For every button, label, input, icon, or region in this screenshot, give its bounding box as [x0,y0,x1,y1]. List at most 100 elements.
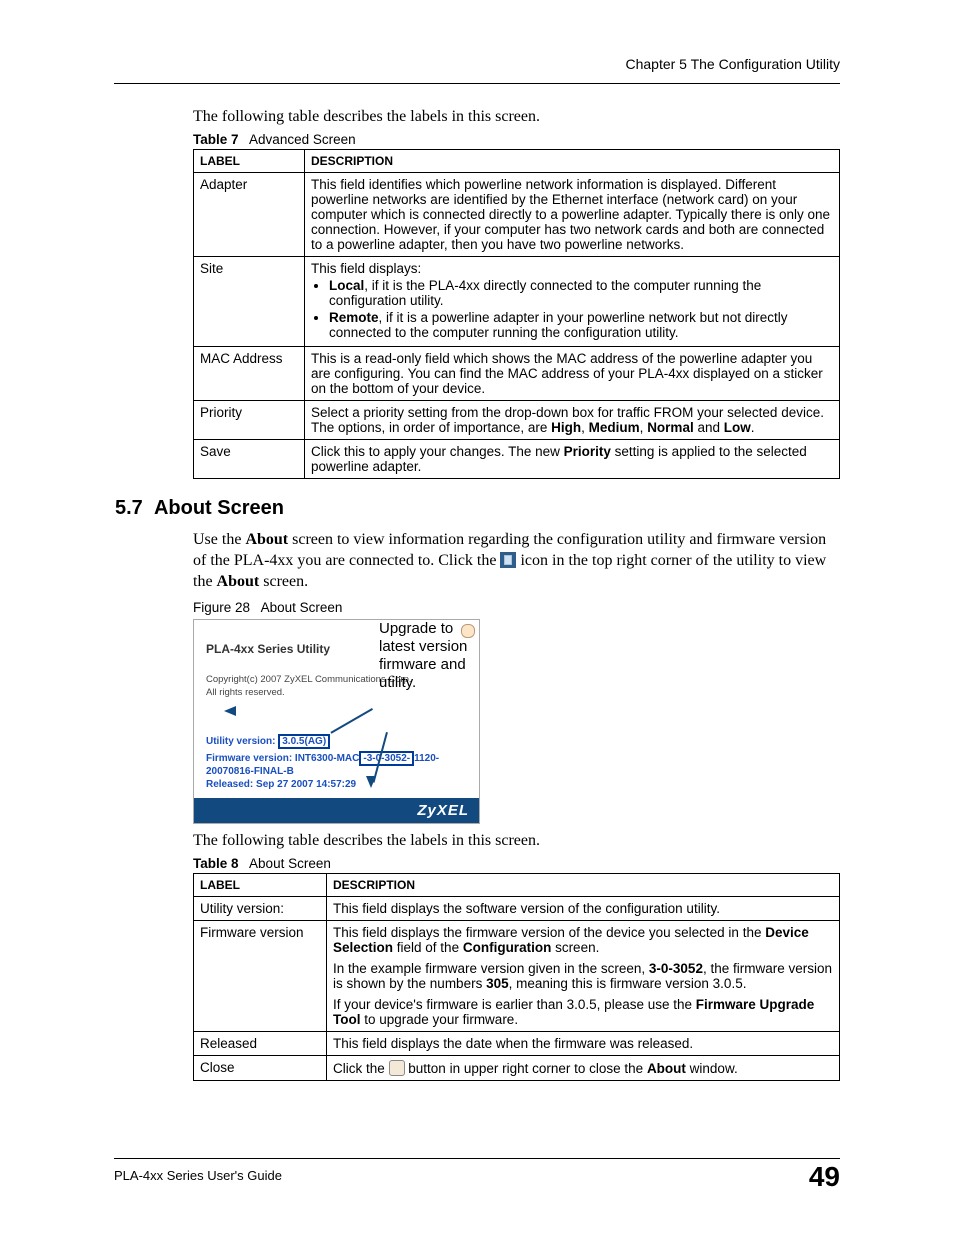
figure-title: About Screen [261,600,343,615]
text: to upgrade your firmware. [361,1012,519,1027]
table7-caption: Table 7 Advanced Screen [193,132,840,147]
text: Use the [193,531,245,548]
bold-text: Priority [564,444,611,459]
table-row: MAC Address This is a read-only field wh… [194,347,840,401]
bold-text: Local [329,278,364,293]
close-icon [389,1060,405,1076]
col-label-header: LABEL [194,150,305,173]
col-label-header: LABEL [194,874,327,897]
table-row-header: LABEL DESCRIPTION [194,150,840,173]
table-row: Utility version: This field displays the… [194,897,840,921]
fw-para-2: In the example firmware version given in… [333,961,833,991]
text: All rights reserved. [206,687,285,698]
cell-label: Site [194,257,305,347]
figure-callout-text: Upgrade to latest version firmware and u… [379,620,479,692]
figure-num: Figure 28 [193,600,250,615]
fw-para-3: If your device's firmware is earlier tha… [333,997,833,1027]
list-item: Remote, if it is a powerline adapter in … [329,310,833,340]
text: If your device's firmware is earlier tha… [333,997,696,1012]
bold-text: 3-0-3052 [649,961,703,976]
site-bullet-list: Local, if it is the PLA-4xx directly con… [311,278,833,340]
bold-text: About [217,573,260,590]
page-footer: PLA-4xx Series User's Guide 49 [114,1158,840,1183]
text: Click the [333,1061,389,1076]
table8-caption: Table 8 About Screen [193,856,840,871]
table8-caption-num: Table 8 [193,856,239,871]
about-screen-figure: PLA-4xx Series Utility Copyright(c) 2007… [193,619,480,824]
bold-text: Low [724,420,751,435]
bold-text: High [551,420,581,435]
cell-desc: This field displays the software version… [327,897,840,921]
text: This field displays the firmware version… [333,925,765,940]
text: and [694,420,724,435]
bold-text: About [647,1061,686,1076]
table-about-screen: LABEL DESCRIPTION Utility version: This … [193,873,840,1081]
site-intro: This field displays: [311,261,421,276]
horizontal-rule-top [114,83,840,84]
text: window. [686,1061,738,1076]
text: field of the [393,940,463,955]
text: screen. [259,573,308,590]
intro-para-2: The following table describes the labels… [193,832,840,850]
utility-version-value: 3.0.5(AG) [278,734,330,749]
text: Firmware version: [206,753,295,764]
table-row: Adapter This field identifies which powe… [194,173,840,257]
bold-text: 305 [486,976,509,991]
text: , [581,420,589,435]
released-value: Sep 27 2007 14:57:29 [256,779,356,790]
bold-text: Medium [589,420,640,435]
table-row: Save Click this to apply your changes. T… [194,440,840,479]
cell-desc: Click this to apply your changes. The ne… [305,440,840,479]
cell-label: Firmware version [194,921,327,1032]
footer-guide-title: PLA-4xx Series User's Guide [114,1168,282,1183]
intro-para-1: The following table describes the labels… [193,108,840,126]
text: . [751,420,755,435]
released-line: Released: Sep 27 2007 14:57:29 [206,779,467,790]
col-desc-header: DESCRIPTION [327,874,840,897]
utility-version-line: Utility version: 3.0.5(AG) [206,734,467,749]
table7-caption-num: Table 7 [193,132,239,147]
fw-para-1: This field displays the firmware version… [333,925,833,955]
page-header-chapter: Chapter 5 The Configuration Utility [625,56,840,72]
about-intro-para: Use the About screen to view information… [193,530,840,592]
firmware-version-highlight: -3-0-3052- [359,751,414,766]
text: INT6300-MAC [295,753,359,764]
callout-arrow-line [330,708,373,734]
text: button in upper right corner to close th… [405,1061,647,1076]
text: In the example firmware version given in… [333,961,649,976]
cell-desc: Click the button in upper right corner t… [327,1056,840,1081]
cell-desc: This is a read-only field which shows th… [305,347,840,401]
cell-desc: Select a priority setting from the drop-… [305,401,840,440]
section-heading: 5.7 About Screen [115,497,840,520]
section-title-text: About Screen [154,497,284,519]
bold-text: Configuration [463,940,551,955]
text: , meaning this is firmware version 3.0.5… [509,976,747,991]
callout-arrow-head [366,776,376,788]
table-row-header: LABEL DESCRIPTION [194,874,840,897]
cell-desc: This field identifies which powerline ne… [305,173,840,257]
cell-desc: This field displays: Local, if it is the… [305,257,840,347]
table-row: Firmware version This field displays the… [194,921,840,1032]
table-row: Close Click the button in upper right co… [194,1056,840,1081]
cell-label: Close [194,1056,327,1081]
firmware-version-line: Firmware version: INT6300-MAC-3-0-3052-1… [206,751,467,777]
bold-text: About [245,531,288,548]
page-number: 49 [809,1161,840,1193]
text: Utility version: [206,736,278,747]
cell-desc: This field displays the firmware version… [327,921,840,1032]
callout-arrow-head [224,706,236,716]
cell-label: Priority [194,401,305,440]
cell-label: MAC Address [194,347,305,401]
section-number: 5.7 [115,497,143,519]
cell-label: Utility version: [194,897,327,921]
col-desc-header: DESCRIPTION [305,150,840,173]
about-icon [500,552,516,568]
cell-desc: This field displays the date when the fi… [327,1032,840,1056]
table-row: Site This field displays: Local, if it i… [194,257,840,347]
table-advanced-screen: LABEL DESCRIPTION Adapter This field ide… [193,149,840,479]
bold-text: Normal [647,420,694,435]
text: Click this to apply your changes. The ne… [311,444,564,459]
about-brand-footer: ZyXEL [194,798,479,823]
cell-label: Released [194,1032,327,1056]
table-row: Released This field displays the date wh… [194,1032,840,1056]
